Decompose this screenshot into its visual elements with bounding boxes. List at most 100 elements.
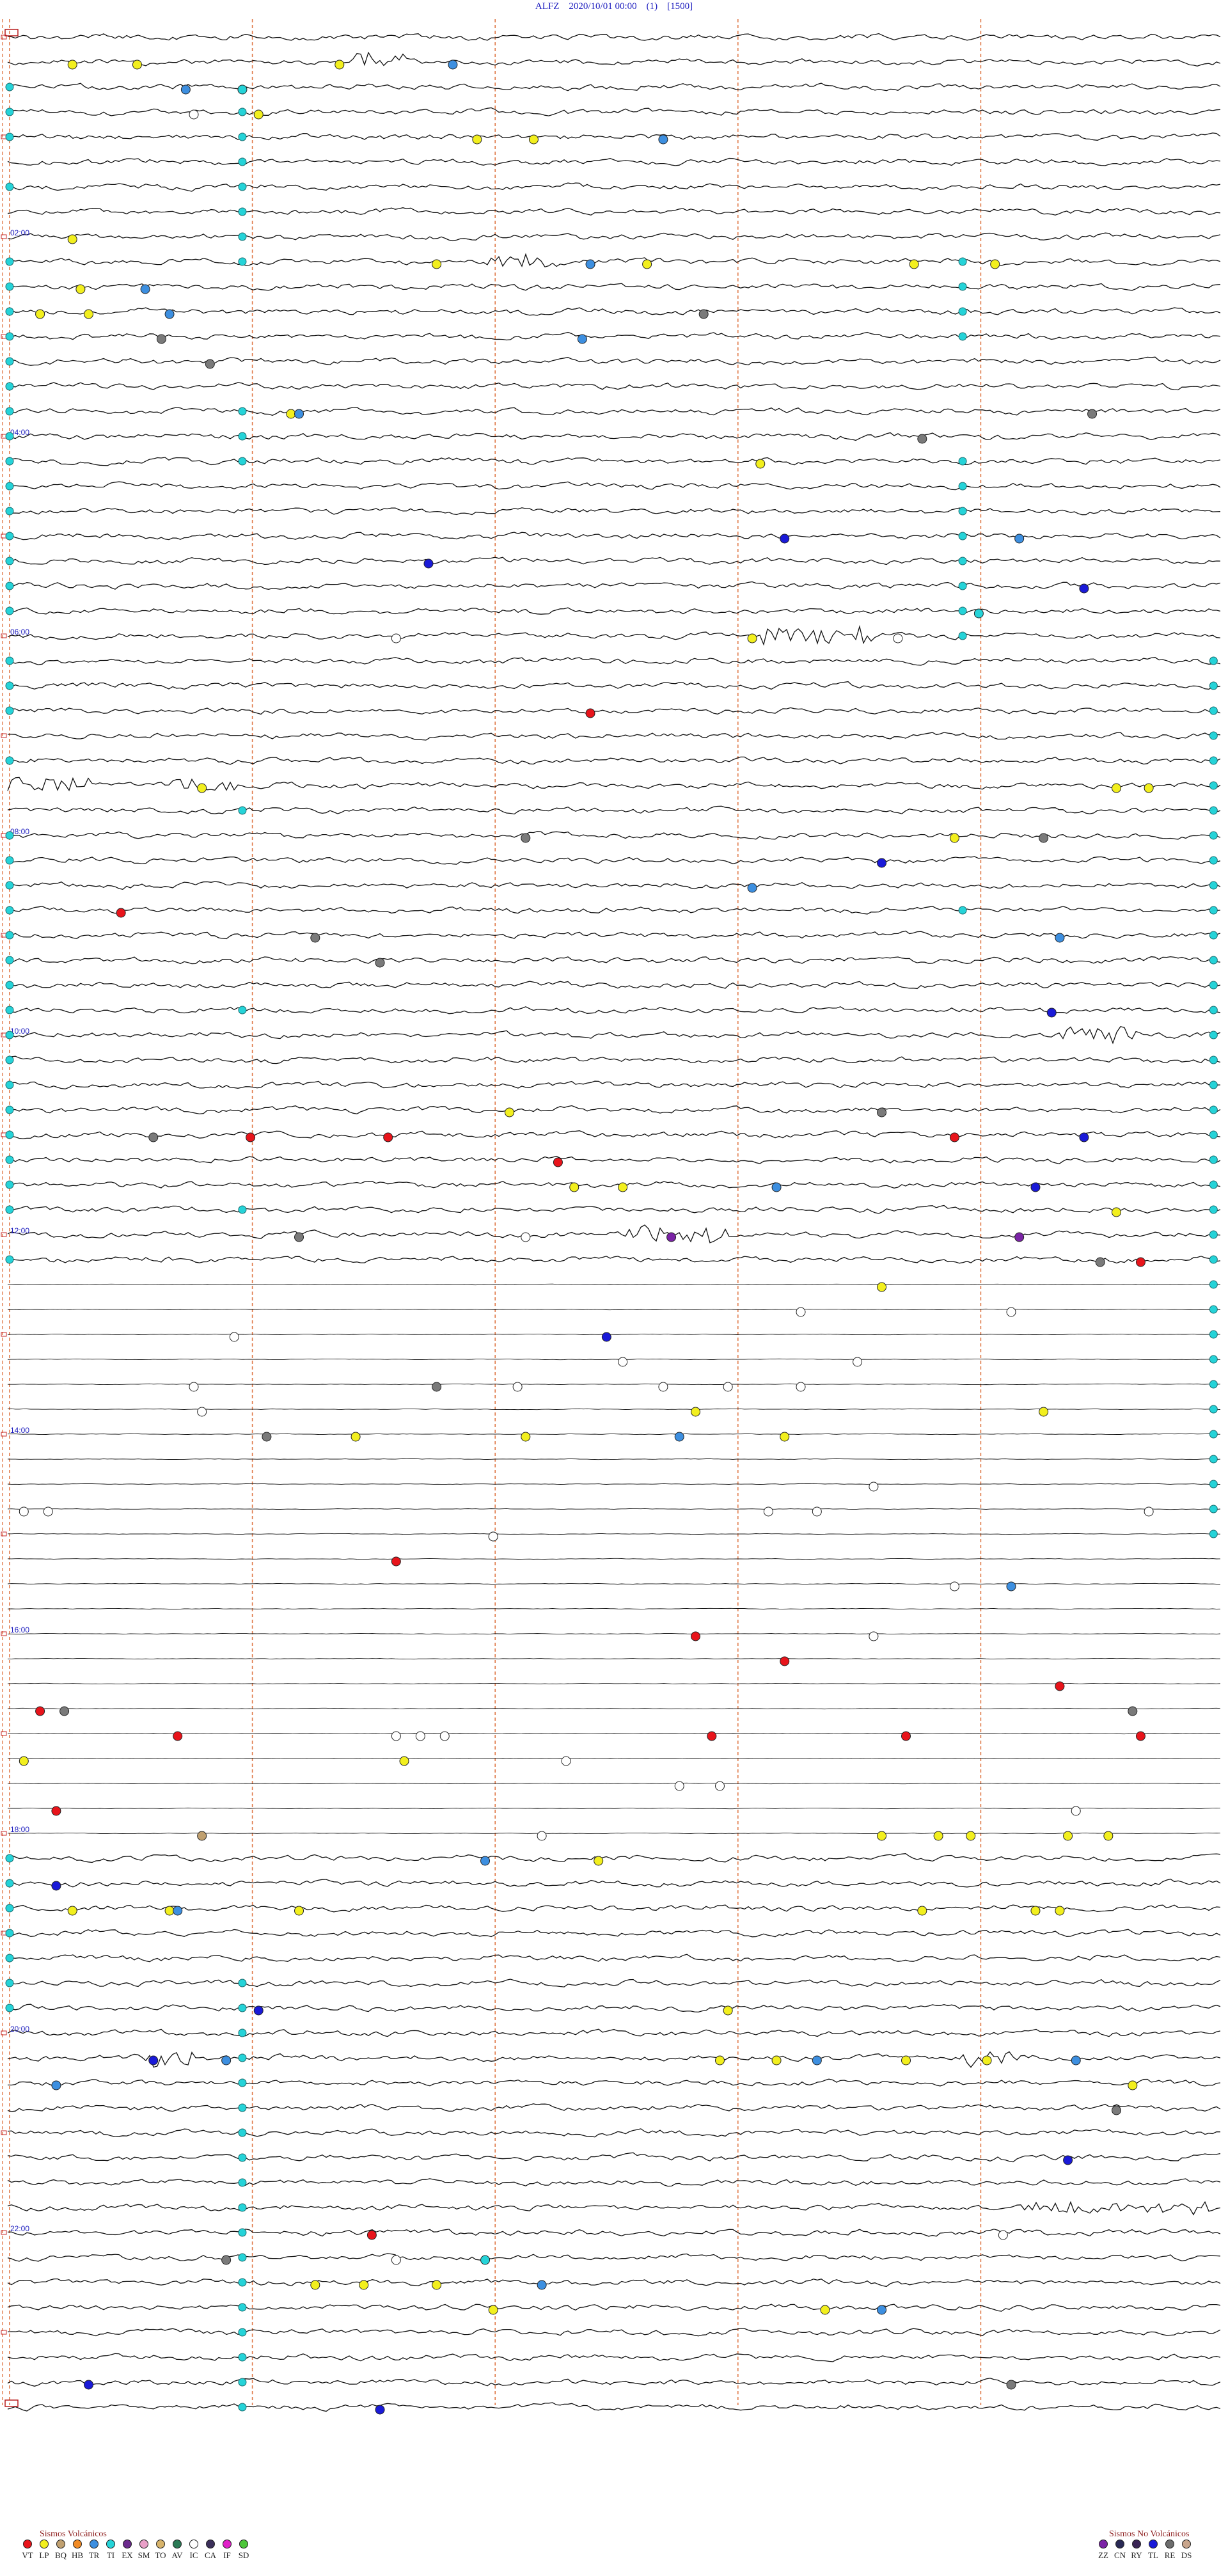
ti-marker [5, 332, 14, 341]
event-marker-lp [1030, 1906, 1041, 1916]
ti-marker [5, 1879, 14, 1888]
ti-marker [238, 107, 247, 116]
ti-marker [5, 307, 14, 316]
event-marker-hb [771, 1182, 782, 1192]
ti-marker [1209, 1405, 1218, 1414]
event-marker-lp [488, 2305, 498, 2315]
ti-marker [5, 107, 14, 116]
helicorder-plot: 02:0004:0006:0008:0010:0012:0014:0016:00… [1, 19, 1221, 2415]
event-marker-vt [1135, 1731, 1145, 1741]
event-marker-ic [43, 1506, 53, 1517]
ti-marker [1209, 956, 1218, 965]
legend-dot-icon [1182, 2540, 1191, 2548]
event-marker-ic [391, 633, 401, 644]
trace-line [7, 253, 1221, 267]
ti-marker [958, 606, 967, 615]
trace-line [7, 581, 1221, 590]
ti-marker [5, 656, 14, 665]
hour-label: 02:00 [10, 228, 29, 237]
trace-line [7, 356, 1221, 366]
event-marker-ic [197, 1407, 207, 1417]
trace-line [7, 2402, 1221, 2412]
event-marker-av [1006, 2380, 1016, 2390]
ti-marker [5, 557, 14, 565]
trace-line [7, 2178, 1221, 2187]
event-marker-vt [949, 1132, 959, 1142]
line-tick [1, 2230, 7, 2235]
trace-line [7, 756, 1221, 765]
trace-line [7, 856, 1221, 865]
legend-item-lp: LP [36, 2540, 52, 2561]
event-marker-lp [933, 1831, 943, 1841]
legend-dot-icon [1132, 2540, 1141, 2548]
event-marker-av [59, 1706, 70, 1716]
ti-marker [238, 232, 247, 241]
ti-marker [238, 2078, 247, 2087]
ti-marker [5, 432, 14, 441]
event-marker-av [1095, 1257, 1105, 1267]
ti-marker [1209, 1080, 1218, 1089]
trace-line [7, 232, 1221, 242]
event-marker-av [148, 1132, 159, 1142]
line-tick [1, 1232, 7, 1237]
event-marker-ic [796, 1382, 806, 1392]
ti-marker [5, 182, 14, 191]
event-marker-lp [642, 259, 652, 269]
event-marker-hb [577, 334, 587, 344]
ti-marker [5, 83, 14, 91]
event-marker-lp [335, 59, 345, 70]
trace-line [7, 2152, 1221, 2163]
legend-item-sm: SM [136, 2540, 152, 2561]
ti-marker [1209, 1031, 1218, 1039]
legend-dot-icon [106, 2540, 115, 2548]
trace-line [7, 2201, 1221, 2216]
event-marker-lp [310, 2280, 320, 2290]
legend-dot-icon [239, 2540, 248, 2548]
event-marker-ic [391, 2255, 401, 2265]
ti-marker [1209, 1430, 1218, 1439]
ti-marker [238, 2053, 247, 2062]
event-marker-lp [771, 2055, 782, 2066]
ti-marker [1209, 1455, 1218, 1464]
trace-line [7, 1458, 1221, 1460]
legend-code: CN [1114, 2550, 1126, 2560]
event-marker-lp [1039, 1407, 1049, 1417]
ti-marker [5, 507, 14, 516]
ti-marker [958, 906, 967, 915]
ti-marker [5, 1979, 14, 1987]
event-marker-hb [294, 409, 304, 419]
event-marker-hb [51, 2080, 61, 2090]
trace-line [7, 2003, 1221, 2013]
event-marker-ic [674, 1781, 684, 1791]
ti-marker [238, 182, 247, 191]
legend-item-if: IF [219, 2540, 235, 2561]
trace-line [7, 1608, 1221, 1610]
event-marker-hb [448, 59, 458, 70]
event-marker-lp [67, 1906, 77, 1916]
event-marker-tl [148, 2055, 159, 2066]
event-marker-vt [780, 1656, 790, 1666]
hour-label: 18:00 [10, 1825, 29, 1834]
trace-line [7, 1758, 1221, 1760]
ti-marker [5, 1904, 14, 1913]
trace-line [7, 51, 1221, 67]
hour-label: 22:00 [10, 2224, 29, 2233]
trace-line [7, 1707, 1221, 1710]
trace-line [7, 307, 1221, 316]
ti-marker [958, 457, 967, 466]
line-tick [1, 1731, 7, 1736]
event-marker-vt [246, 1132, 256, 1142]
event-marker-hb [221, 2055, 232, 2066]
legend-dot-icon [173, 2540, 182, 2548]
trace-line [7, 1006, 1221, 1015]
legend-code: SD [238, 2550, 249, 2560]
ti-marker [238, 407, 247, 416]
legend-item-ex: EX [119, 2540, 136, 2561]
ti-marker [5, 1205, 14, 1214]
event-marker-lp [197, 783, 207, 793]
event-marker-vt [35, 1706, 45, 1716]
ti-marker [238, 806, 247, 815]
event-marker-hb [658, 134, 668, 145]
event-marker-lp [294, 1906, 304, 1916]
legend-dot-icon [189, 2540, 198, 2548]
